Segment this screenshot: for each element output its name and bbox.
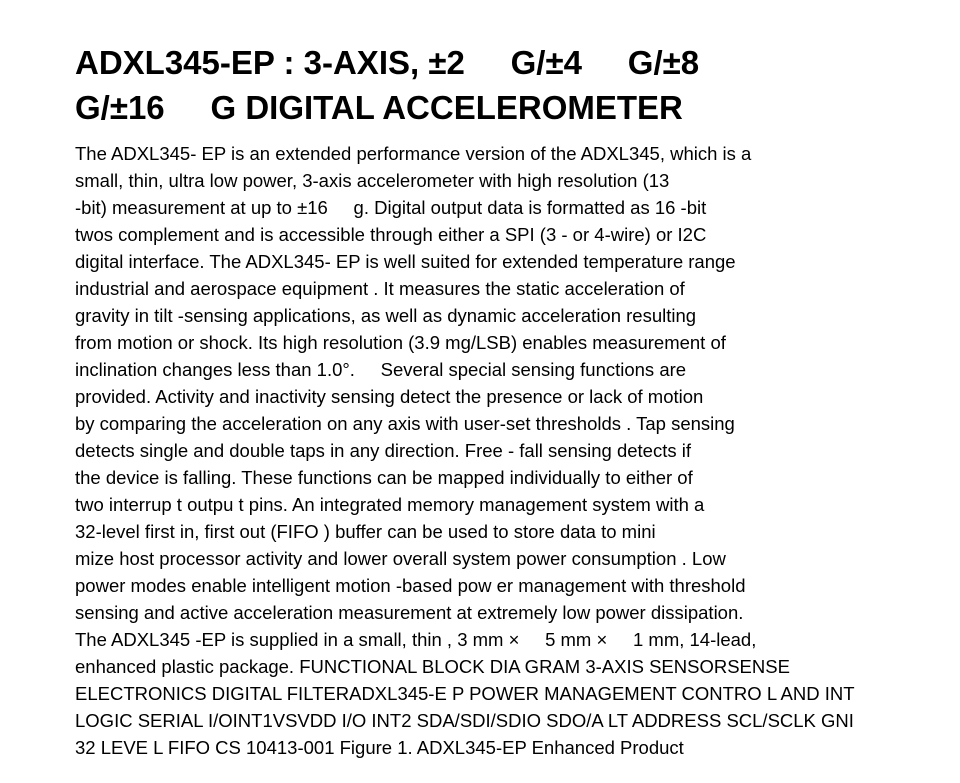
body-line: The ADXL345 -EP is supplied in a small, … <box>75 629 757 650</box>
body-line: gravity in tilt -sensing applications, a… <box>75 305 697 326</box>
body-line: detects single and double taps in any di… <box>75 440 691 461</box>
body-line: twos complement and is accessible throug… <box>75 224 707 245</box>
body-line: by comparing the acceleration on any axi… <box>75 413 735 434</box>
body-line: 32 LEVE L FIFO CS 10413-001 Figure 1. AD… <box>75 737 684 758</box>
body-line: enhanced plastic package. FUNCTIONAL BLO… <box>75 656 790 677</box>
title-line: ADXL345-EP : 3-AXIS, ±2 G/±4 G/±8 <box>75 44 700 81</box>
document: ADXL345-EP : 3-AXIS, ±2 G/±4 G/±8 G/±16 … <box>75 40 960 761</box>
body-line: power modes enable intelligent motion -b… <box>75 575 746 596</box>
body-line: two interrup t outpu t pins. An integrat… <box>75 494 705 515</box>
body-line: digital interface. The ADXL345- EP is we… <box>75 251 736 272</box>
body-line: from motion or shock. Its high resolutio… <box>75 332 726 353</box>
body-line: -bit) measurement at up to ±16 g. Digita… <box>75 197 707 218</box>
document-body: The ADXL345- EP is an extended performan… <box>75 140 960 761</box>
document-title: ADXL345-EP : 3-AXIS, ±2 G/±4 G/±8 G/±16 … <box>75 40 960 130</box>
body-line: sensing and active acceleration measurem… <box>75 602 744 623</box>
body-line: industrial and aerospace equipment . It … <box>75 278 685 299</box>
body-line: 32-level first in, first out (FIFO ) buf… <box>75 521 656 542</box>
body-line: inclination changes less than 1.0°. Seve… <box>75 359 687 380</box>
body-line: small, thin, ultra low power, 3-axis acc… <box>75 170 670 191</box>
body-line: mize host processor activity and lower o… <box>75 548 726 569</box>
body-line: provided. Activity and inactivity sensin… <box>75 386 704 407</box>
body-line: ELECTRONICS DIGITAL FILTERADXL345-E P PO… <box>75 683 855 704</box>
title-line: G/±16 G DIGITAL ACCELEROMETER <box>75 89 683 126</box>
body-line: The ADXL345- EP is an extended performan… <box>75 143 752 164</box>
body-line: the device is falling. These functions c… <box>75 467 693 488</box>
body-line: LOGIC SERIAL I/OINT1VSVDD I/O INT2 SDA/S… <box>75 710 854 731</box>
